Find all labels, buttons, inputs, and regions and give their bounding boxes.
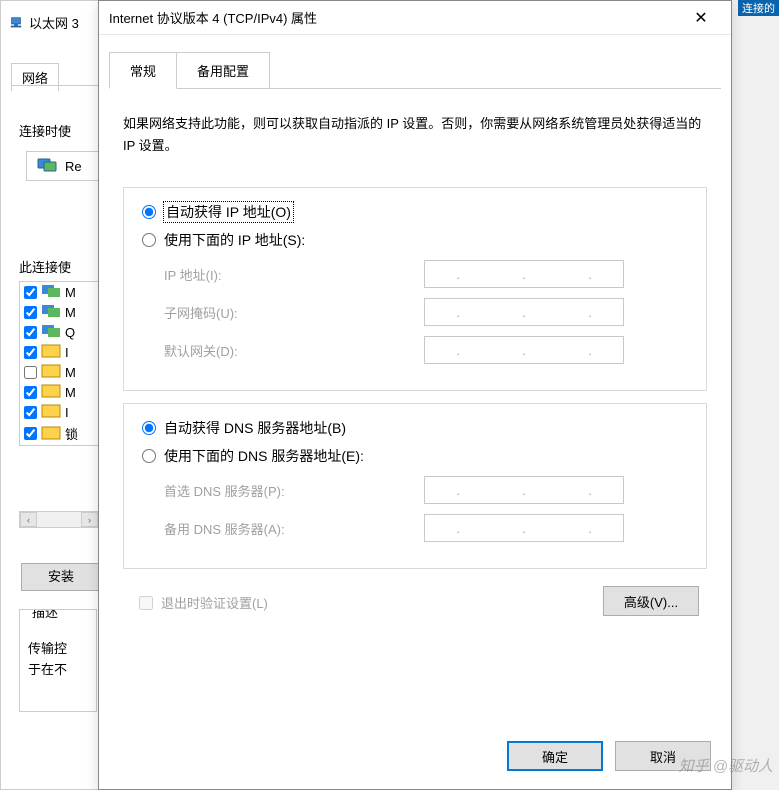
network-item-icon	[41, 284, 61, 300]
ipv4-properties-dialog: Internet 协议版本 4 (TCP/IPv4) 属性 ✕ 常规 备用配置 …	[98, 0, 732, 790]
close-icon: ✕	[694, 8, 707, 28]
dialog-title-text: Internet 协议版本 4 (TCP/IPv4) 属性	[109, 8, 317, 27]
horizontal-scrollbar[interactable]: ‹ ›	[19, 511, 99, 528]
default-gateway-row: 默认网关(D): ...	[164, 336, 688, 364]
ip-manual-label[interactable]: 使用下面的 IP 地址(S):	[164, 230, 305, 250]
network-item-icon	[41, 384, 61, 400]
dns-manual-row: 使用下面的 DNS 服务器地址(E):	[142, 446, 688, 466]
list-item[interactable]: M	[20, 382, 98, 402]
dns-auto-label[interactable]: 自动获得 DNS 服务器地址(B)	[164, 418, 346, 438]
ip-manual-radio[interactable]	[142, 233, 156, 247]
list-item-label: M	[65, 365, 76, 380]
validate-on-exit-checkbox[interactable]	[139, 596, 153, 610]
list-item-label: 锁	[65, 424, 78, 443]
preferred-dns-label: 首选 DNS 服务器(P):	[164, 481, 424, 500]
list-item[interactable]: M	[20, 282, 98, 302]
parent-connection-uses-label: 此连接使	[19, 257, 71, 276]
ip-auto-label[interactable]: 自动获得 IP 地址(O)	[164, 202, 293, 222]
subnet-mask-input[interactable]: ...	[424, 298, 624, 326]
list-item[interactable]: M	[20, 302, 98, 322]
list-item-label: M	[65, 305, 76, 320]
ip-address-label: IP 地址(I):	[164, 265, 424, 284]
description-text: 传输控 于在不	[28, 639, 88, 681]
dialog-buttons: 确定 取消	[507, 741, 711, 771]
parent-connect-using-label: 连接时使	[19, 121, 71, 140]
ip-group: 自动获得 IP 地址(O) 使用下面的 IP 地址(S): IP 地址(I): …	[123, 187, 707, 391]
list-item[interactable]: 锁	[20, 422, 98, 445]
network-item-icon	[41, 344, 61, 360]
ok-button[interactable]: 确定	[507, 741, 603, 771]
alternate-dns-label: 备用 DNS 服务器(A):	[164, 519, 424, 538]
list-item-checkbox[interactable]	[24, 366, 37, 379]
dns-manual-radio[interactable]	[142, 449, 156, 463]
description-legend: 描述	[28, 609, 62, 621]
network-item-icon	[41, 304, 61, 320]
subnet-mask-row: 子网掩码(U): ...	[164, 298, 688, 326]
list-item-checkbox[interactable]	[24, 306, 37, 319]
list-item-checkbox[interactable]	[24, 427, 37, 440]
list-item-checkbox[interactable]	[24, 326, 37, 339]
ip-address-input[interactable]: ...	[424, 260, 624, 288]
scroll-right-button[interactable]: ›	[81, 512, 98, 527]
network-item-icon	[41, 426, 61, 442]
dialog-description: 如果网络支持此功能，则可以获取自动指派的 IP 设置。否则，你需要从网络系统管理…	[123, 113, 707, 157]
subnet-mask-label: 子网掩码(U):	[164, 303, 424, 322]
description-groupbox: 描述 传输控 于在不	[19, 609, 97, 712]
list-item-label: Q	[65, 325, 75, 340]
tab-strip: 常规 备用配置	[109, 51, 731, 88]
list-item-checkbox[interactable]	[24, 406, 37, 419]
dns-group: 自动获得 DNS 服务器地址(B) 使用下面的 DNS 服务器地址(E): 首选…	[123, 403, 707, 569]
dns-auto-row: 自动获得 DNS 服务器地址(B)	[142, 418, 688, 438]
ip-auto-row: 自动获得 IP 地址(O)	[142, 202, 688, 222]
top-right-fragment: 连接的	[738, 0, 779, 16]
parent-window-title: 以太网 3	[9, 13, 79, 32]
dns-manual-label[interactable]: 使用下面的 DNS 服务器地址(E):	[164, 446, 364, 466]
network-item-icon	[41, 324, 61, 340]
preferred-dns-input[interactable]: ...	[424, 476, 624, 504]
parent-window-title-text: 以太网 3	[29, 13, 79, 32]
advanced-button[interactable]: 高级(V)...	[603, 586, 699, 616]
network-item-icon	[41, 364, 61, 380]
ip-address-row: IP 地址(I): ...	[164, 260, 688, 288]
alternate-dns-input[interactable]: ...	[424, 514, 624, 542]
parent-ethernet-properties-window: 以太网 3 网络 连接时使 Re 此连接使 M M Q I M M I 锁 ‹ …	[0, 0, 100, 790]
default-gateway-label: 默认网关(D):	[164, 341, 424, 360]
default-gateway-input[interactable]: ...	[424, 336, 624, 364]
list-item-label: I	[65, 345, 69, 360]
list-item-checkbox[interactable]	[24, 346, 37, 359]
list-item[interactable]: I	[20, 342, 98, 362]
ethernet-icon	[9, 16, 23, 30]
parent-tab-divider	[11, 85, 99, 86]
install-button[interactable]: 安装	[21, 563, 101, 591]
list-item-checkbox[interactable]	[24, 286, 37, 299]
network-item-icon	[41, 404, 61, 420]
preferred-dns-row: 首选 DNS 服务器(P): ...	[164, 476, 688, 504]
ip-manual-row: 使用下面的 IP 地址(S):	[142, 230, 688, 250]
validate-on-exit-label[interactable]: 退出时验证设置(L)	[161, 593, 268, 612]
list-item[interactable]: Q	[20, 322, 98, 342]
parent-tab-network[interactable]: 网络	[11, 63, 59, 91]
list-item-label: I	[65, 405, 69, 420]
dns-auto-radio[interactable]	[142, 421, 156, 435]
parent-items-listbox[interactable]: M M Q I M M I 锁	[19, 281, 99, 446]
close-button[interactable]: ✕	[681, 3, 721, 33]
list-item-label: M	[65, 385, 76, 400]
scroll-left-button[interactable]: ‹	[20, 512, 37, 527]
dialog-title-bar: Internet 协议版本 4 (TCP/IPv4) 属性 ✕	[99, 1, 731, 35]
ip-auto-radio[interactable]	[142, 205, 156, 219]
monitor-icon	[37, 158, 57, 174]
alternate-dns-row: 备用 DNS 服务器(A): ...	[164, 514, 688, 542]
tab-general-body: 如果网络支持此功能，则可以获取自动指派的 IP 设置。否则，你需要从网络系统管理…	[99, 89, 731, 616]
cancel-button[interactable]: 取消	[615, 741, 711, 771]
list-item[interactable]: M	[20, 362, 98, 382]
tab-general[interactable]: 常规	[109, 52, 177, 89]
list-item-label: M	[65, 285, 76, 300]
list-item[interactable]: I	[20, 402, 98, 422]
list-item-checkbox[interactable]	[24, 386, 37, 399]
parent-adapter-box: Re	[26, 151, 101, 181]
tab-alternate[interactable]: 备用配置	[176, 52, 270, 89]
parent-adapter-text: Re	[65, 159, 82, 174]
